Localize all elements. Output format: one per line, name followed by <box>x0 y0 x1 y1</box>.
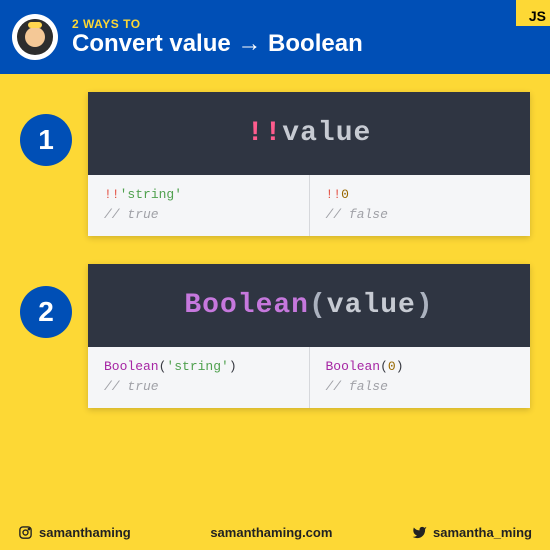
operator-token: !! <box>326 187 342 202</box>
examples-row: Boolean('string') // true Boolean(0) // … <box>88 347 530 408</box>
content: 1 !!value !!'string' // true !!0 // fals… <box>0 74 550 408</box>
method-number-badge: 2 <box>20 286 72 338</box>
number-token: 0 <box>341 187 349 202</box>
footer: samanthaming samanthaming.com samantha_m… <box>0 514 550 550</box>
example-cell: !!0 // false <box>309 175 531 236</box>
avatar <box>12 14 58 60</box>
function-token: Boolean <box>104 359 159 374</box>
paren-token: ) <box>416 290 434 321</box>
comment-token: // true <box>104 205 293 225</box>
method-row: 1 !!value !!'string' // true !!0 // fals… <box>20 92 530 236</box>
string-token: 'string' <box>120 187 182 202</box>
comment-token: // false <box>326 377 515 397</box>
site-link: samanthaming.com <box>210 525 332 540</box>
twitter-text: samantha_ming <box>433 525 532 540</box>
method-row: 2 Boolean(value) Boolean('string') // tr… <box>20 264 530 408</box>
header: 2 WAYS TO Convert value → Boolean JS <box>0 0 550 74</box>
example-cell: Boolean(0) // false <box>309 347 531 408</box>
method-card: !!value !!'string' // true !!0 // false <box>88 92 530 236</box>
operator-token: !! <box>247 118 283 149</box>
function-token: Boolean <box>326 359 381 374</box>
js-badge: JS <box>516 0 550 26</box>
twitter-handle: samantha_ming <box>412 525 532 540</box>
operator-token: !! <box>104 187 120 202</box>
comment-token: // false <box>326 205 515 225</box>
function-token: Boolean <box>184 290 309 321</box>
method-number-badge: 1 <box>20 114 72 166</box>
code-header: !!value <box>88 92 530 175</box>
paren-token: ( <box>309 290 327 321</box>
examples-row: !!'string' // true !!0 // false <box>88 175 530 236</box>
code-header: Boolean(value) <box>88 264 530 347</box>
comment-token: // true <box>104 377 293 397</box>
header-title: Convert value → Boolean <box>72 31 363 57</box>
header-subtitle: 2 WAYS TO <box>72 17 363 31</box>
example-cell: !!'string' // true <box>88 175 309 236</box>
instagram-text: samanthaming <box>39 525 131 540</box>
number-token: 0 <box>388 359 396 374</box>
example-cell: Boolean('string') // true <box>88 347 309 408</box>
method-card: Boolean(value) Boolean('string') // true… <box>88 264 530 408</box>
twitter-icon <box>412 525 427 540</box>
argument-token: value <box>282 118 371 149</box>
argument-token: value <box>327 290 416 321</box>
instagram-handle: samanthaming <box>18 525 131 540</box>
instagram-icon <box>18 525 33 540</box>
string-token: 'string' <box>166 359 228 374</box>
